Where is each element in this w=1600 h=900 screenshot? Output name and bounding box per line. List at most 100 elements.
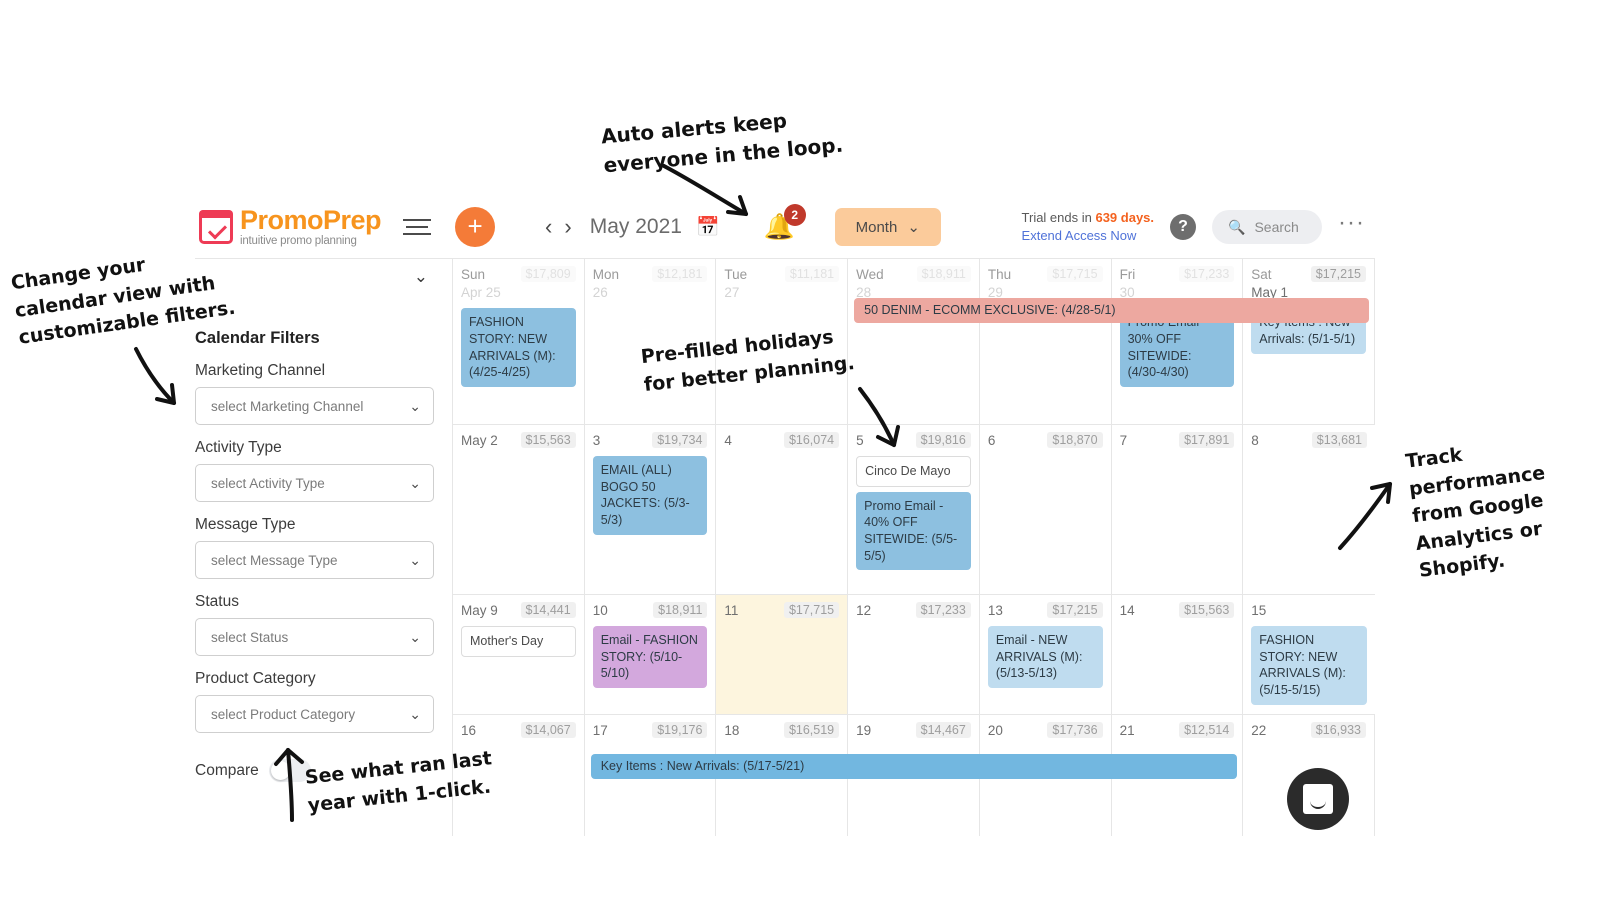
day-revenue-badge: $18,911 [916, 266, 971, 282]
calendar-day-cell[interactable]: 16 $14,067 [453, 715, 585, 836]
day-number: 22 [1251, 723, 1267, 738]
day-number: May 9 [461, 603, 498, 618]
help-icon[interactable]: ? [1170, 214, 1197, 240]
day-header: 13 $17,215 [988, 602, 1103, 620]
day-number: 4 [724, 433, 732, 448]
filter-label: Activity Type [195, 439, 282, 456]
chevron-down-icon: ⌄ [409, 397, 421, 414]
app-header: PromoPrep intuitive promo planning + ‹ ›… [195, 196, 1375, 258]
day-header: Sun Apr 25 $17,809 [461, 266, 576, 302]
app-body: ⌄ Calendar Filters Marketing Channel sel… [195, 258, 1375, 836]
calendar-week: May 9 $14,441 Mother's Day 10 $18,911 Email -… [453, 595, 1375, 715]
day-header: Tue 27 $11,181 [724, 266, 840, 302]
hamburger-icon[interactable] [403, 219, 432, 235]
notifications-button[interactable]: 🔔 2 [764, 203, 806, 242]
day-number: 15 [1251, 603, 1267, 618]
day-number: 21 [1119, 723, 1135, 738]
day-of-week-label: Tue [724, 267, 748, 282]
calendar-day-cell[interactable]: SatMay 1$17,215Key Items : New Arrivals:… [1243, 259, 1375, 425]
calendar-week: Sun Apr 25 $17,809 FASHION STORY: NEW ARRIV… [453, 259, 1375, 425]
calendar-event-span[interactable]: 50 DENIM - ECOMM EXCLUSIVE: (4/28-5/1) [854, 298, 1369, 323]
calendar-day-cell[interactable]: 8 $13,681 [1243, 425, 1375, 595]
view-select[interactable]: Month ⌄ [834, 208, 941, 246]
day-header: Mon 26 $12,181 [593, 266, 708, 302]
calendar-event[interactable]: Email - FASHION STORY: (5/10-5/10) [592, 626, 708, 689]
day-revenue-badge: $16,519 [783, 722, 840, 738]
calendar-event[interactable]: Mother's Day [461, 626, 576, 657]
day-revenue-badge: $17,715 [783, 602, 840, 618]
search-input[interactable]: 🔍 Search [1212, 210, 1323, 244]
message-type-select[interactable]: select Message Type ⌄ [195, 541, 434, 579]
calendar-day-cell[interactable]: 11 $17,715 [716, 595, 849, 715]
product-category-select[interactable]: select Product Category ⌄ [195, 695, 434, 733]
anno-alerts: Auto alerts keep everyone in the loop. [600, 108, 845, 178]
marketing-channel-select[interactable]: select Marketing Channel ⌄ [195, 387, 434, 425]
day-number: 18 [724, 723, 740, 738]
brand-logo[interactable]: PromoPrep intuitive promo planning [199, 206, 382, 248]
calendar-event[interactable]: Email - NEW ARRIVALS (M): (5/13-5/13) [987, 626, 1103, 689]
calendar-event[interactable]: EMAIL (ALL) BOGO 50 JACKETS: (5/3-5/3) [592, 456, 708, 535]
day-number: 14 [1119, 603, 1135, 618]
calendar-day-cell[interactable]: 10 $18,911 Email - FASHION STORY: (5/10-5/… [584, 595, 717, 715]
status-select[interactable]: select Status ⌄ [195, 618, 434, 656]
calendar-day-cell[interactable]: Fri30$17,233Promo Email - 30% OFF SITEWI… [1111, 259, 1244, 425]
more-options-button[interactable]: ··· [1338, 209, 1365, 245]
calendar-event[interactable]: FASHION STORY: NEW ARRIVALS (M): (5/15-5… [1251, 626, 1367, 705]
trial-prefix: Trial ends in [1021, 210, 1096, 226]
calendar-day-cell[interactable]: Thu 29 $17,715 [979, 259, 1112, 425]
calendar-day-cell[interactable]: 12 $17,233 [848, 595, 980, 715]
day-header: 17 $19,176 [593, 722, 708, 740]
activity-type-select[interactable]: select Activity Type ⌄ [195, 464, 434, 502]
day-events: FASHION STORY: NEW ARRIVALS (M): (5/15-5… [1251, 626, 1367, 705]
day-of-week-label: Mon [592, 267, 619, 282]
day-number: 13 [987, 603, 1003, 618]
day-number: 20 [987, 723, 1003, 738]
day-revenue-badge: $17,233 [1179, 266, 1235, 282]
date-navigation: ‹ › May 2021 📅 [545, 214, 720, 240]
calendar-day-cell[interactable]: 15 FASHION STORY: NEW ARRIVALS (M): (5/15… [1243, 595, 1375, 715]
day-revenue-badge: $14,441 [520, 602, 576, 618]
calendar-day-cell[interactable]: 14 $15,563 [1111, 595, 1244, 715]
select-value: select Activity Type [211, 475, 325, 491]
chat-smiley-icon[interactable] [1287, 768, 1349, 830]
calendar-day-cell[interactable]: Sun Apr 25 $17,809 FASHION STORY: NEW ARRIV… [453, 259, 585, 425]
search-placeholder: Search [1254, 219, 1299, 235]
calendar-day-cell[interactable]: 7 $17,891 [1111, 425, 1244, 595]
select-value: select Status [211, 629, 289, 645]
day-header: 8 $13,681 [1251, 432, 1367, 450]
day-revenue-badge: $19,176 [652, 722, 708, 738]
calendar-event-span[interactable]: Key Items : New Arrivals: (5/17-5/21) [590, 754, 1238, 779]
calendar-day-cell[interactable]: May 9 $14,441 Mother's Day [453, 595, 585, 715]
calendar-day-cell[interactable]: 5 $19,816 Cinco De Mayo Promo Email - 40% O… [848, 425, 980, 595]
calendar-day-cell[interactable]: Wed 28 $18,911 [848, 259, 980, 425]
compare-toggle[interactable] [268, 759, 311, 782]
trial-days: 639 days. [1095, 210, 1155, 226]
calendar-day-cell[interactable]: 13 $17,215 Email - NEW ARRIVALS (M): (5/13… [979, 595, 1112, 715]
calendar-day-cell[interactable]: 3 $19,734 EMAIL (ALL) BOGO 50 JACKETS: (5/… [584, 425, 717, 595]
chevron-down-icon: ⌄ [409, 474, 421, 491]
extend-access-link[interactable]: Extend Access Now [1022, 227, 1154, 245]
add-button[interactable]: + [455, 207, 496, 247]
day-number: 8 [1251, 433, 1259, 448]
prev-month-button[interactable]: ‹ [545, 214, 552, 240]
select-value: select Marketing Channel [211, 398, 364, 414]
day-header: 7 $17,891 [1120, 432, 1235, 450]
day-revenue-badge: $17,233 [915, 602, 971, 618]
chevron-down-icon: ⌄ [409, 628, 421, 645]
calendar-day-cell[interactable]: 4 $16,074 [716, 425, 849, 595]
calendar-event[interactable]: Cinco De Mayo [856, 456, 971, 487]
calendar-event[interactable]: FASHION STORY: NEW ARRIVALS (M): (4/25-4… [461, 308, 576, 387]
day-revenue-badge: $12,181 [652, 266, 708, 282]
calendar-day-cell[interactable]: Tue 27 $11,181 [716, 259, 849, 425]
calendar-day-cell[interactable]: Mon 26 $12,181 [584, 259, 717, 425]
day-revenue-badge: $17,809 [520, 266, 576, 282]
anno-filters-arrow [134, 347, 176, 405]
chevron-down-icon[interactable]: ⌄ [414, 267, 428, 287]
calendar-event[interactable]: Promo Email - 40% OFF SITEWIDE: (5/5-5/5… [856, 491, 971, 571]
calendar-day-cell[interactable]: May 2 $15,563 [453, 425, 585, 595]
day-revenue-badge: $11,181 [784, 266, 840, 282]
calendar-day-cell[interactable]: 6 $18,870 [979, 425, 1112, 595]
next-month-button[interactable]: › [564, 214, 571, 240]
search-icon: 🔍 [1228, 218, 1246, 235]
calendar-icon[interactable]: 📅 [696, 215, 720, 239]
